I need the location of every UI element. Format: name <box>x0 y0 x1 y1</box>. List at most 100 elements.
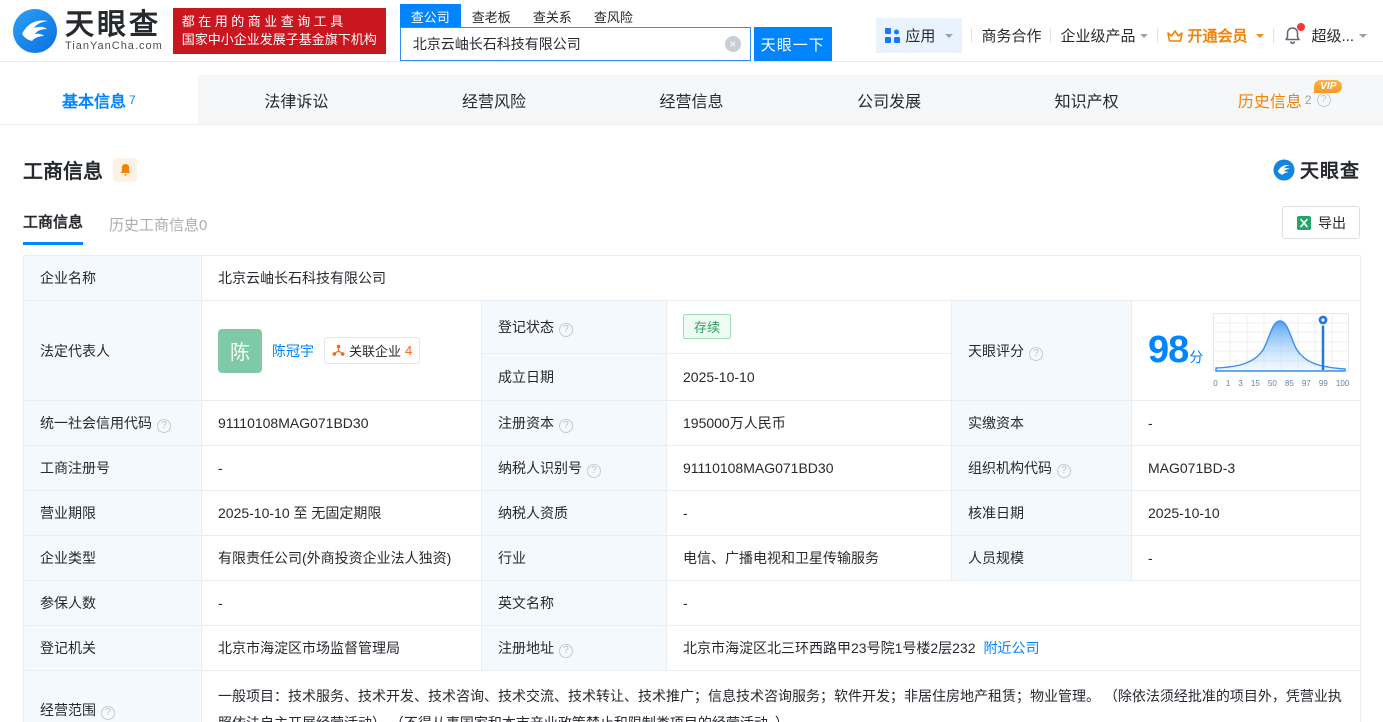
field-label: 人员规模 <box>951 535 1132 581</box>
export-button[interactable]: 导出 <box>1282 206 1360 239</box>
table-row: 营业期限 2025-10-10 至 无固定期限 纳税人资质 - 核准日期 202… <box>23 490 1362 536</box>
nav-enterprise-products[interactable]: 企业级产品 <box>1060 25 1149 46</box>
search-tab-relation[interactable]: 查关系 <box>522 4 583 27</box>
tab-history-info[interactable]: VIP 历史信息 2 <box>1185 75 1383 124</box>
tab-operating-risk[interactable]: 经营风险 <box>395 75 593 124</box>
clear-icon[interactable] <box>724 36 741 52</box>
field-label: 参保人数 <box>23 580 202 626</box>
slogan-banner: 都在用的商业查询工具 国家中小企业发展子基金旗下机构 <box>172 7 386 54</box>
field-label: 工商注册号 <box>23 445 202 491</box>
search-tab-risk[interactable]: 查风险 <box>583 4 644 27</box>
divider <box>1157 28 1159 43</box>
field-label: 企业名称 <box>23 255 202 301</box>
table-row: 登记机关 北京市海淀区市场监督管理局 注册地址 北京市海淀区北三环西路甲23号院… <box>23 625 1362 671</box>
search-tab-company[interactable]: 查公司 <box>399 4 461 27</box>
field-label: 实缴资本 <box>951 400 1132 446</box>
nav-business-cooperation[interactable]: 商务合作 <box>981 25 1041 46</box>
approve-date-value: 2025-10-10 <box>1130 490 1362 536</box>
staff-size-value: - <box>1130 535 1362 581</box>
tab-label: 历史信息 <box>1237 93 1302 111</box>
business-scope-value: 一般项目：技术服务、技术开发、技术咨询、技术交流、技术转让、技术推广；信息技术咨… <box>200 669 1362 722</box>
legal-rep-avatar[interactable]: 陈 <box>218 328 262 373</box>
search-tab-boss[interactable]: 查老板 <box>461 4 522 27</box>
table-row: 经营范围 一般项目：技术服务、技术开发、技术咨询、技术交流、技术转让、技术推广；… <box>23 669 1362 722</box>
company-type-value: 有限责任公司(外商投资企业法人独资) <box>201 535 482 581</box>
tab-count: 2 <box>1304 92 1312 107</box>
help-icon[interactable] <box>559 419 573 433</box>
help-icon[interactable] <box>1029 346 1043 361</box>
section-title: 工商信息 <box>23 161 103 183</box>
help-icon[interactable] <box>559 644 573 658</box>
help-icon[interactable] <box>1057 464 1071 478</box>
legal-rep-link[interactable]: 陈冠宇 <box>272 341 314 361</box>
help-icon[interactable] <box>101 705 115 720</box>
chevron-down-icon <box>1359 33 1367 42</box>
apps-menu-label: 应用 <box>905 28 936 45</box>
excel-icon <box>1297 215 1311 230</box>
tab-operating-info[interactable]: 经营信息 <box>593 75 791 124</box>
table-row: 工商注册号 - 纳税人识别号 91110108MAG071BD30 组织机构代码… <box>23 445 1362 491</box>
field-label: 营业期限 <box>23 490 202 536</box>
divider <box>1050 28 1052 43</box>
tab-intellectual-property[interactable]: 知识产权 <box>988 75 1186 124</box>
english-name-value: - <box>665 580 1362 626</box>
tab-label: 经营信息 <box>659 93 724 111</box>
field-label: 登记机关 <box>23 625 202 671</box>
field-label: 法定代表人 <box>23 300 202 401</box>
help-icon[interactable] <box>157 419 171 433</box>
score-value: 98 <box>1148 329 1189 371</box>
legal-rep-cell: 陈 陈冠宇 关联企业 4 <box>201 300 482 401</box>
nearby-companies-link[interactable]: 附近公司 <box>984 640 1040 656</box>
business-info-table: 企业名称 北京云岫长石科技有限公司 法定代表人 陈 陈冠宇 关联企业 4 登记状… <box>23 255 1362 722</box>
spacer <box>0 62 1383 75</box>
address-cell: 北京市海淀区北三环西路甲23号院1号楼2层232 附近公司 <box>665 625 1362 671</box>
tab-count: 7 <box>128 92 136 107</box>
watermark-text: 天眼查 <box>1299 161 1360 182</box>
search-input[interactable] <box>399 27 751 61</box>
nav-open-vip[interactable]: 开通会员 <box>1167 25 1265 46</box>
address-value: 北京市海淀区北三环西路甲23号院1号楼2层232 <box>683 640 976 656</box>
chevron-down-icon <box>1256 33 1265 42</box>
field-label: 核准日期 <box>951 490 1132 536</box>
help-icon[interactable] <box>559 322 573 337</box>
business-info-subtabs: 工商信息 历史工商信息0 导出 <box>23 206 1360 245</box>
tab-legal-proceedings[interactable]: 法律诉讼 <box>198 75 396 124</box>
company-name-value: 北京云岫长石科技有限公司 <box>200 255 1362 301</box>
taxpayer-quality-value: - <box>666 490 952 536</box>
monitor-bell-icon[interactable] <box>113 157 137 182</box>
field-label: 纳税人资质 <box>481 490 667 536</box>
subtab-history-business-info[interactable]: 历史工商信息0 <box>109 214 207 245</box>
crown-icon <box>1167 29 1184 42</box>
score-unit: 分 <box>1189 349 1204 365</box>
help-icon[interactable] <box>1316 92 1331 107</box>
insured-value: - <box>201 580 482 626</box>
nav-enterprise-label: 企业级产品 <box>1060 28 1136 45</box>
apps-menu[interactable]: 应用 <box>876 18 963 53</box>
help-icon[interactable] <box>587 464 601 478</box>
related-icon <box>332 344 345 356</box>
divider <box>971 28 973 43</box>
notifications-bell-icon[interactable] <box>1283 23 1306 45</box>
field-label: 注册资本 <box>481 400 667 446</box>
tianyancha-logo[interactable]: 天眼查 TianYanCha.com <box>12 8 163 54</box>
tab-basic-info[interactable]: 基本信息 7 <box>0 75 198 124</box>
tab-label: 经营风险 <box>461 93 526 111</box>
tianyancha-logo-icon <box>1273 158 1295 181</box>
tab-company-development[interactable]: 公司发展 <box>790 75 988 124</box>
tab-label: 基本信息 <box>61 93 126 111</box>
tianyan-score: 98分 <box>1148 329 1203 372</box>
related-companies-badge[interactable]: 关联企业 4 <box>324 337 421 364</box>
field-label: 登记状态 <box>481 300 667 354</box>
field-label: 注册地址 <box>481 625 667 671</box>
reg-no-value: - <box>201 445 482 491</box>
term-value: 2025-10-10 至 无固定期限 <box>201 490 482 536</box>
field-label: 组织机构代码 <box>951 445 1132 491</box>
user-menu[interactable]: 超级... <box>1311 25 1367 46</box>
search-button[interactable]: 天眼一下 <box>753 27 832 61</box>
brand-domain: TianYanCha.com <box>65 39 163 52</box>
tab-label: 知识产权 <box>1054 93 1119 111</box>
tab-label: 公司发展 <box>857 93 922 111</box>
reg-capital-value: 195000万人民币 <box>666 400 952 446</box>
taxpayer-no-value: 91110108MAG071BD30 <box>666 445 952 491</box>
subtab-business-info[interactable]: 工商信息 <box>23 211 84 245</box>
